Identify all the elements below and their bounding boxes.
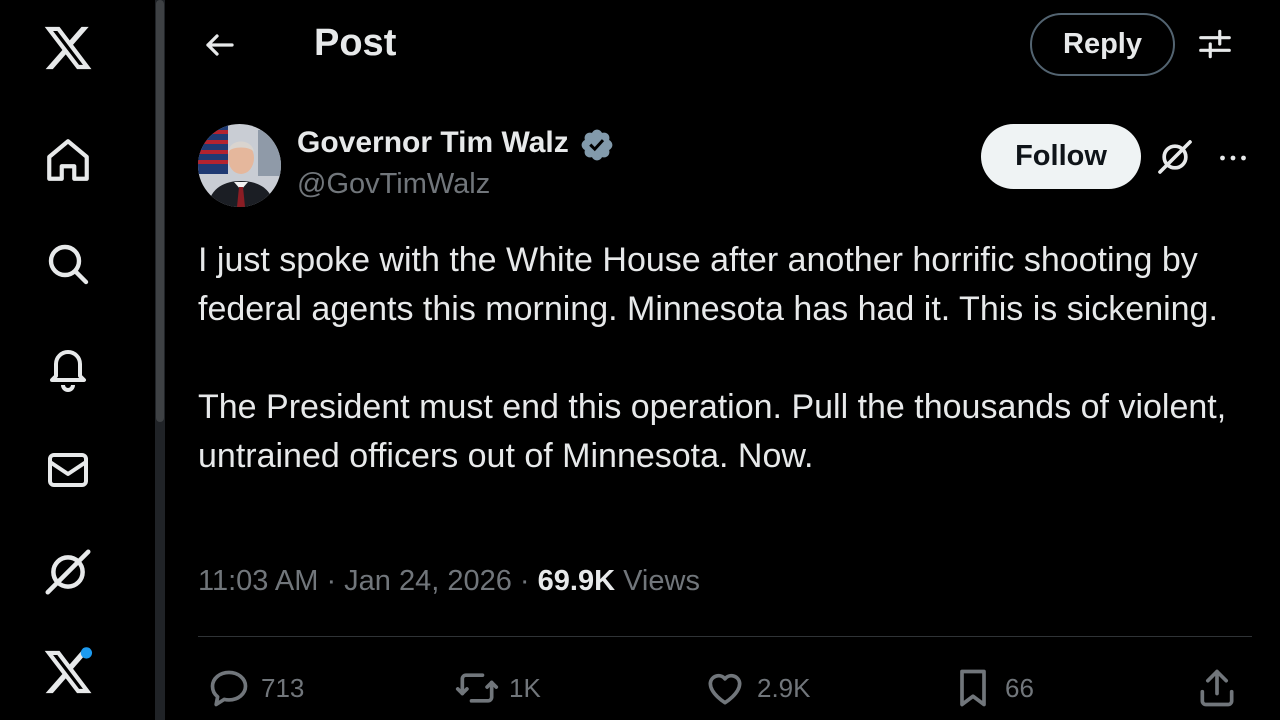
scrollbar[interactable]	[155, 0, 165, 720]
share-icon	[1200, 669, 1234, 707]
tweet-time[interactable]: 11:03 AM	[198, 565, 318, 597]
views-count[interactable]: 69.9K	[538, 565, 615, 597]
home-icon[interactable]	[40, 132, 96, 188]
heart-icon	[708, 673, 742, 705]
back-arrow-icon[interactable]	[195, 20, 245, 70]
author-name[interactable]: Governor Tim Walz	[297, 126, 569, 160]
post-detail-column: Post Reply Governor Tim Walz @GovTimWalz…	[165, 0, 1280, 720]
like-action[interactable]: 2.9K	[703, 666, 811, 710]
bookmark-count: 66	[1005, 672, 1034, 703]
messages-envelope-icon[interactable]	[40, 442, 96, 498]
notifications-bell-icon[interactable]	[40, 340, 96, 396]
premium-x-icon[interactable]	[40, 644, 96, 700]
repost-icon	[455, 673, 499, 703]
scrollbar-thumb[interactable]	[156, 0, 164, 422]
page-title: Post	[314, 22, 397, 64]
like-count: 2.9K	[757, 672, 811, 703]
reply-button[interactable]: Reply	[1030, 13, 1175, 76]
reply-bubble-icon	[210, 670, 248, 707]
share-action[interactable]	[1195, 666, 1239, 710]
settings-sliders-icon[interactable]	[1193, 22, 1237, 66]
tweet-date[interactable]: Jan 24, 2026	[344, 565, 512, 597]
repost-action[interactable]: 1K	[455, 666, 541, 710]
reply-count: 713	[261, 672, 305, 703]
divider	[198, 636, 1252, 637]
reply-action[interactable]: 713	[207, 666, 304, 710]
tweet-paragraph: The President must end this operation. P…	[198, 388, 1227, 475]
author-avatar[interactable]	[198, 124, 281, 207]
top-bar: Post Reply	[165, 0, 1280, 95]
views-label[interactable]: Views	[623, 565, 700, 597]
follow-button[interactable]: Follow	[981, 124, 1141, 189]
bookmark-action[interactable]: 66	[951, 666, 1034, 710]
more-options-icon[interactable]	[1215, 140, 1251, 181]
bookmark-icon	[960, 669, 986, 707]
tweet-paragraph: I just spoke with the White House after …	[198, 241, 1218, 328]
grok-icon[interactable]	[40, 544, 96, 600]
verified-badge-icon	[579, 127, 615, 168]
meta-separator: ·	[318, 565, 345, 597]
tweet-metadata: 11:03 AM · Jan 24, 2026 · 69.9K Views	[198, 565, 700, 598]
x-logo-icon[interactable]	[40, 20, 96, 76]
sidebar-nav	[0, 0, 155, 720]
author-handle[interactable]: @GovTimWalz	[297, 168, 490, 201]
repost-count: 1K	[509, 672, 541, 703]
meta-separator: ·	[511, 565, 538, 597]
grok-explain-icon[interactable]	[1155, 137, 1195, 182]
search-icon[interactable]	[40, 236, 96, 292]
tweet-text: I just spoke with the White House after …	[198, 236, 1238, 481]
